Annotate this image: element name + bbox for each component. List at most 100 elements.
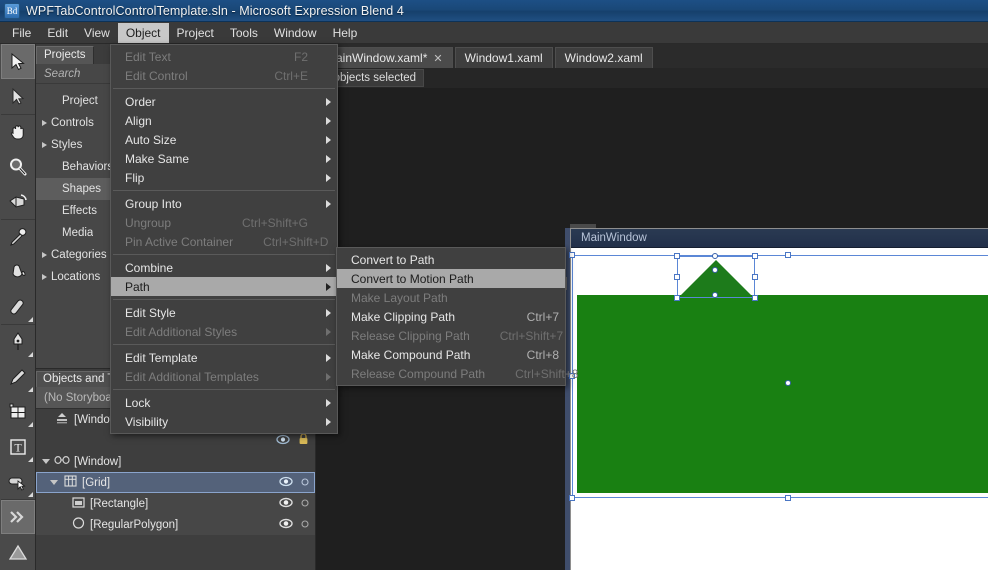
menu-bar: File Edit View Object Project Tools Wind… bbox=[0, 22, 988, 44]
eyedropper-tool[interactable] bbox=[0, 219, 35, 254]
menu-tools[interactable]: Tools bbox=[222, 23, 266, 43]
menu-item-make-same[interactable]: Make Same bbox=[111, 149, 337, 168]
menu-item-label: Edit Control bbox=[125, 68, 188, 83]
resize-handle-nw[interactable] bbox=[569, 252, 575, 258]
shape-rectangle[interactable] bbox=[577, 295, 988, 493]
zoom-tool[interactable] bbox=[1, 149, 35, 184]
expander-open-icon[interactable] bbox=[50, 480, 58, 485]
asset-item-label: Styles bbox=[51, 139, 83, 151]
polygon-resize-handle-se[interactable] bbox=[752, 295, 758, 301]
submenu-item-convert-to-path[interactable]: Convert to Path bbox=[337, 250, 565, 269]
menu-item-edit-control[interactable]: Edit Control Ctrl+E bbox=[111, 66, 337, 85]
tree-row-regularpolygon[interactable]: [RegularPolygon] bbox=[36, 514, 315, 535]
tool-flyout-corner-icon bbox=[27, 492, 33, 497]
tree-row-grid[interactable]: [Grid] bbox=[36, 472, 315, 493]
menu-object[interactable]: Object bbox=[117, 22, 169, 43]
menu-item-label: Edit Additional Templates bbox=[125, 369, 259, 384]
lock-icon[interactable] bbox=[298, 433, 309, 448]
submenu-item-release-compound-path[interactable]: Release Compound Path Ctrl+Shift+8 bbox=[337, 364, 578, 383]
menu-help[interactable]: Help bbox=[325, 23, 366, 43]
document-tab-strip: MainWindow.xaml* ✕ Window1.xaml Window2.… bbox=[316, 44, 988, 68]
lock-toggle-icon[interactable] bbox=[301, 498, 309, 510]
menu-separator bbox=[113, 190, 335, 191]
menu-file[interactable]: File bbox=[4, 23, 39, 43]
design-window-mainwindow[interactable]: MainWindow bbox=[569, 228, 988, 570]
submenu-item-make-layout-path[interactable]: Make Layout Path bbox=[337, 288, 565, 307]
menu-item-group-into[interactable]: Group Into bbox=[111, 194, 337, 213]
expander-open-icon[interactable] bbox=[42, 459, 50, 464]
submenu-item-make-compound-path[interactable]: Make Compound Path Ctrl+8 bbox=[337, 345, 565, 364]
menu-item-ungroup[interactable]: Ungroup Ctrl+Shift+G bbox=[111, 213, 337, 232]
path-submenu-dropdown: Convert to Path Convert to Motion Path M… bbox=[336, 247, 578, 386]
polygon-resize-handle-e[interactable] bbox=[752, 274, 758, 280]
eye-icon[interactable] bbox=[279, 476, 293, 490]
menu-item-align[interactable]: Align bbox=[111, 111, 337, 130]
brush-transform-tool[interactable] bbox=[1, 289, 35, 324]
submenu-item-make-clipping-path[interactable]: Make Clipping Path Ctrl+7 bbox=[337, 307, 565, 326]
pan-tool[interactable] bbox=[0, 114, 35, 149]
menu-item-visibility[interactable]: Visibility bbox=[111, 412, 337, 431]
menu-item-pin-active-container[interactable]: Pin Active Container Ctrl+Shift+D bbox=[111, 232, 337, 251]
resize-handle-n[interactable] bbox=[785, 252, 791, 258]
menu-item-order[interactable]: Order bbox=[111, 92, 337, 111]
resize-handle-sw[interactable] bbox=[569, 495, 575, 501]
direct-selection-tool[interactable] bbox=[1, 79, 35, 114]
chevron-right-icon bbox=[326, 116, 331, 125]
tab-projects[interactable]: Projects bbox=[36, 46, 94, 64]
menu-item-label: Release Clipping Path bbox=[351, 328, 470, 343]
eye-icon[interactable] bbox=[276, 434, 290, 448]
menu-item-edit-style[interactable]: Edit Style bbox=[111, 303, 337, 322]
menu-item-edit-additional-styles[interactable]: Edit Additional Styles bbox=[111, 322, 337, 341]
polygon-resize-handle-ne[interactable] bbox=[752, 253, 758, 259]
menu-item-lock[interactable]: Lock bbox=[111, 393, 337, 412]
menu-item-combine[interactable]: Combine bbox=[111, 258, 337, 277]
polygon-handle-bottom[interactable] bbox=[712, 292, 718, 298]
resize-handle-s[interactable] bbox=[785, 495, 791, 501]
menu-item-flip[interactable]: Flip bbox=[111, 168, 337, 187]
doc-tab-window1[interactable]: Window1.xaml bbox=[454, 47, 553, 68]
assets-chevron-tool[interactable] bbox=[0, 499, 35, 534]
grid-panel-tool[interactable] bbox=[1, 394, 35, 429]
transform-origin-polygon[interactable] bbox=[712, 267, 718, 273]
pen-tool[interactable] bbox=[0, 324, 35, 359]
design-canvas[interactable] bbox=[569, 248, 988, 570]
button-control-tool[interactable] bbox=[1, 464, 35, 499]
menu-item-label: Edit Style bbox=[125, 305, 176, 320]
polygon-handle-top[interactable] bbox=[712, 253, 718, 259]
shape-regularpolygon-triangle[interactable] bbox=[680, 259, 752, 296]
window-icon bbox=[54, 455, 70, 468]
menu-item-label: Release Compound Path bbox=[351, 366, 486, 381]
paint-bucket-tool[interactable] bbox=[1, 254, 35, 289]
submenu-item-release-clipping-path[interactable]: Release Clipping Path Ctrl+Shift+7 bbox=[337, 326, 565, 345]
menu-item-accel: Ctrl+7 bbox=[526, 309, 559, 324]
menu-item-label: Ungroup bbox=[125, 215, 172, 230]
eye-icon[interactable] bbox=[279, 497, 293, 511]
polygon-resize-handle-w[interactable] bbox=[674, 274, 680, 280]
menu-item-edit-additional-templates[interactable]: Edit Additional Templates bbox=[111, 367, 337, 386]
close-icon[interactable]: ✕ bbox=[433, 52, 442, 65]
submenu-item-convert-to-motion-path[interactable]: Convert to Motion Path bbox=[337, 269, 565, 288]
pencil-tool[interactable] bbox=[1, 359, 35, 394]
tree-row-window[interactable]: [Window] bbox=[36, 451, 315, 472]
lock-toggle-icon[interactable] bbox=[301, 477, 309, 489]
polygon-resize-handle-nw[interactable] bbox=[674, 253, 680, 259]
lock-toggle-icon[interactable] bbox=[301, 519, 309, 531]
menu-edit[interactable]: Edit bbox=[39, 23, 76, 43]
menu-item-path[interactable]: Path bbox=[111, 277, 337, 296]
polygon-resize-handle-sw[interactable] bbox=[674, 295, 680, 301]
tree-row-rectangle[interactable]: [Rectangle] bbox=[36, 493, 315, 514]
menu-item-edit-template[interactable]: Edit Template bbox=[111, 348, 337, 367]
menu-item-auto-size[interactable]: Auto Size bbox=[111, 130, 337, 149]
menu-item-label: Align bbox=[125, 113, 152, 128]
menu-window[interactable]: Window bbox=[266, 23, 325, 43]
menu-project[interactable]: Project bbox=[169, 23, 222, 43]
eye-icon[interactable] bbox=[279, 518, 293, 532]
selection-tool[interactable] bbox=[0, 44, 35, 79]
transform-origin-rectangle[interactable] bbox=[785, 380, 791, 386]
doc-tab-window2[interactable]: Window2.xaml bbox=[554, 47, 653, 68]
camera-orbit-tool[interactable] bbox=[1, 184, 35, 219]
text-tool[interactable]: T bbox=[1, 429, 35, 464]
shape-triangle-tool[interactable] bbox=[1, 534, 35, 569]
menu-item-edit-text[interactable]: Edit Text F2 bbox=[111, 47, 337, 66]
menu-view[interactable]: View bbox=[76, 23, 118, 43]
